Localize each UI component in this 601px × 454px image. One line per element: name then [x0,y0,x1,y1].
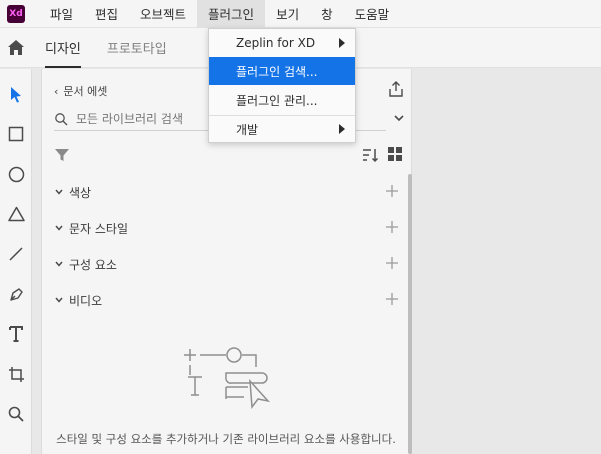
app-logo: Xd [7,4,25,23]
plugins-dropdown-menu: Zeplin for XD 플러그인 검색... 플러그인 관리... 개발 [208,28,356,143]
section-colors-label: 색상 [69,185,92,200]
line-tool[interactable] [6,244,26,264]
add-icon[interactable] [385,292,399,306]
chevron-left-icon: ‹ [54,84,59,98]
search-icon [55,112,68,125]
menu-item-discover-plugins-label: 플러그인 검색... [236,64,318,79]
add-icon[interactable] [385,256,399,270]
menu-object[interactable]: 오브젝트 [129,0,197,28]
menu-view[interactable]: 보기 [265,0,310,28]
filter-icon[interactable] [54,147,70,163]
menu-file[interactable]: 파일 [39,0,84,28]
select-arrow-icon [11,86,21,102]
document-assets-back[interactable]: ‹ 문서 에셋 [54,83,107,99]
add-icon[interactable] [385,184,399,198]
menu-plugins[interactable]: 플러그인 [197,0,266,28]
panel-scrollbar[interactable] [408,174,412,454]
section-character-styles[interactable]: 문자 스타일 [54,218,399,238]
menu-item-development[interactable]: 개발 [209,115,355,143]
menu-item-development-label: 개발 [236,122,259,137]
add-icon[interactable] [385,220,399,234]
document-assets-label: 문서 에셋 [63,85,108,98]
artboard-tool[interactable] [6,364,26,384]
ellipse-icon [8,166,24,182]
home-button[interactable] [0,28,32,68]
menu-help[interactable]: 도움말 [344,0,401,28]
line-icon [9,247,23,261]
chevron-down-icon [55,261,63,267]
ellipse-tool[interactable] [6,164,26,184]
zoom-icon [8,406,24,422]
menu-item-zeplin-label: Zeplin for XD [236,36,316,50]
section-components-label: 구성 요소 [69,257,117,272]
home-icon [8,40,24,55]
section-colors[interactable]: 색상 [54,182,399,202]
section-video-label: 비디오 [69,293,103,308]
empty-assets-message: 스타일 및 구성 요소를 추가하거나 기존 라이브러리 요소를 사용합니다. [56,432,396,446]
chevron-down-icon[interactable] [392,111,406,125]
menu-edit[interactable]: 편집 [84,0,129,28]
tab-prototype[interactable]: 프로토타입 [94,28,180,68]
pen-tool[interactable] [6,284,26,304]
chevron-down-icon [55,189,63,195]
menu-bar: Xd 파일 편집 오브젝트 플러그인 보기 창 도움말 [0,0,601,28]
grid-view-icon[interactable] [387,146,403,162]
section-video[interactable]: 비디오 [54,290,399,310]
sort-icon[interactable] [361,146,379,164]
menu-item-discover-plugins[interactable]: 플러그인 검색... [209,57,355,85]
share-icon[interactable] [387,80,405,98]
rectangle-icon [8,126,24,142]
empty-assets-illustration [184,347,271,410]
section-character-styles-label: 문자 스타일 [69,221,129,236]
chevron-down-icon [55,225,63,231]
design-canvas[interactable] [413,69,601,454]
text-icon [9,326,23,342]
text-tool[interactable] [6,324,26,344]
select-tool[interactable] [6,84,26,104]
rectangle-tool[interactable] [6,124,26,144]
zoom-tool[interactable] [6,404,26,424]
tool-bar [0,69,32,454]
menu-item-manage-plugins-label: 플러그인 관리... [236,93,318,108]
menu-item-zeplin[interactable]: Zeplin for XD [209,29,355,57]
submenu-arrow-icon [339,38,345,48]
polygon-tool[interactable] [6,204,26,224]
tab-design[interactable]: 디자인 [45,28,94,68]
chevron-down-icon [55,297,63,303]
artboard-icon [8,366,24,382]
section-components[interactable]: 구성 요소 [54,254,399,274]
triangle-icon [7,206,25,222]
menu-item-manage-plugins[interactable]: 플러그인 관리... [209,86,355,114]
menu-window[interactable]: 창 [310,0,344,28]
pen-icon [9,287,23,301]
submenu-arrow-icon [339,124,345,134]
